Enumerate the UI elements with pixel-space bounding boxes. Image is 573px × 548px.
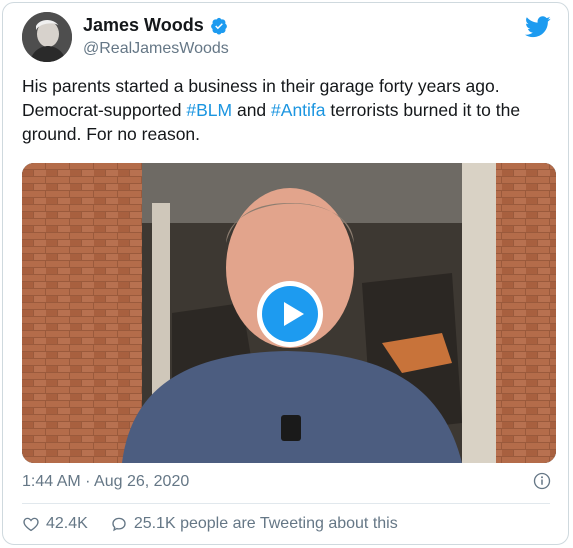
conversation-action[interactable]: 25.1K people are Tweeting about this [110,515,398,533]
hashtag-antifa[interactable]: #Antifa [271,100,325,120]
verified-badge-icon [210,17,227,34]
tweet-card: James Woods @RealJamesWoods His parents … [2,2,569,545]
avatar-image [22,12,72,62]
play-icon [262,286,318,342]
conversation-count: 25.1K people are Tweeting about this [133,515,398,532]
author-handle[interactable]: @RealJamesWoods [83,40,229,58]
like-count: 42.4K [46,515,88,532]
play-button[interactable] [257,281,323,347]
twitter-bird-icon[interactable] [525,16,551,38]
video-player[interactable] [22,163,556,463]
tweet-timestamp[interactable]: 1:44 AM · Aug 26, 2020 [22,473,189,491]
hashtag-blm[interactable]: #BLM [186,100,232,120]
heart-icon [23,517,39,532]
avatar[interactable] [22,12,72,62]
reply-icon [112,517,126,532]
play-triangle [284,302,304,326]
tweet-text: His parents started a business in their … [22,74,552,146]
like-action[interactable]: 42.4K [22,515,88,533]
info-icon[interactable] [533,472,551,490]
tweet-text-part2: and [232,100,272,120]
tweet-actions: 42.4K 25.1K people are Tweeting about th… [22,515,420,533]
divider [22,503,550,504]
author-name[interactable]: James Woods [83,15,204,36]
author-name-row: James Woods [83,15,228,36]
